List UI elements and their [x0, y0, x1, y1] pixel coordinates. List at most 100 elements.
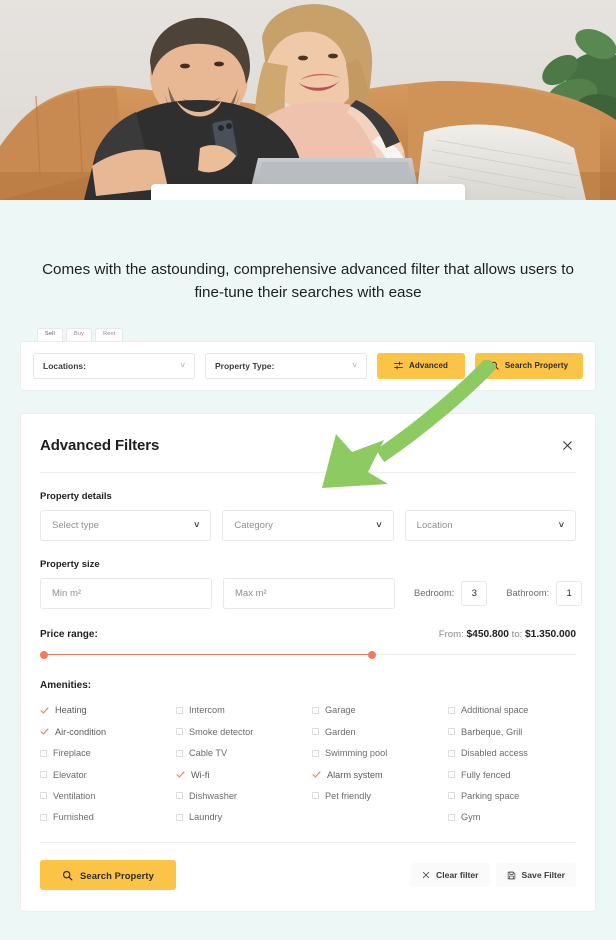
amenity-smoke-detector[interactable]: Smoke detector: [176, 721, 304, 742]
amenity-label: Intercom: [189, 705, 225, 716]
amenity-label: Barbeque, Grill: [461, 726, 523, 737]
amenity-wifi[interactable]: Wi-fi: [176, 764, 304, 785]
amenity-label: Pet friendly: [325, 790, 371, 801]
search-icon: [62, 870, 73, 881]
amenity-label: Disabled access: [461, 748, 528, 759]
amenity-label: Elevator: [53, 769, 87, 780]
amenity-fireplace[interactable]: Fireplace: [40, 742, 168, 763]
amenity-furnished[interactable]: Furnished: [40, 807, 168, 828]
amenity-label: Garden: [325, 726, 356, 737]
slider-handle-min[interactable]: [40, 650, 48, 659]
checkbox-icon: [448, 728, 455, 736]
tab-sell[interactable]: Sell: [37, 328, 63, 341]
amenity-label: Fireplace: [53, 748, 91, 759]
amenity-laundry[interactable]: Laundry: [176, 807, 304, 828]
location-dropdown[interactable]: Location ˅: [404, 509, 576, 541]
min-size-placeholder: Min m²: [52, 587, 82, 599]
amenity-garage[interactable]: Garage: [312, 700, 440, 721]
price-from-label: From:: [438, 628, 464, 640]
min-size-input[interactable]: Min m²: [40, 577, 212, 609]
panel-header: Advanced Filters: [40, 414, 576, 473]
amenity-label: Smoke detector: [189, 726, 254, 737]
slider-handle-max[interactable]: [368, 650, 377, 659]
checkbox-icon: [40, 749, 47, 757]
amenity-air-condition[interactable]: Air-condition: [40, 721, 168, 742]
search-tabs: Sell Buy Rent: [20, 328, 596, 341]
panel-title: Advanced Filters: [40, 437, 160, 455]
tab-buy[interactable]: Buy: [65, 328, 93, 341]
location-placeholder: Location: [416, 519, 453, 531]
checkbox-icon: [312, 792, 319, 800]
bathroom-value[interactable]: 1: [556, 580, 583, 606]
amenity-elevator[interactable]: Elevator: [40, 764, 168, 785]
close-icon: [422, 871, 430, 879]
price-range-slider[interactable]: [40, 650, 576, 659]
property-details-row: Select type ˅ Category ˅ Location ˅: [40, 509, 576, 541]
category-dropdown[interactable]: Category ˅: [222, 509, 394, 541]
amenity-fully-fenced[interactable]: Fully fenced: [448, 764, 576, 785]
checkbox-icon: [40, 792, 47, 800]
amenity-garden[interactable]: Garden: [312, 721, 440, 742]
checkbox-icon: [448, 813, 455, 821]
amenity-label: Additional space: [461, 705, 529, 716]
amenity-cable-tv[interactable]: Cable TV: [176, 742, 304, 763]
amenity-alarm-system[interactable]: Alarm system: [312, 764, 440, 785]
amenity-label: Laundry: [189, 812, 223, 823]
amenity-parking-space[interactable]: Parking space: [448, 785, 576, 806]
amenity-barbeque-grill[interactable]: Barbeque, Grill: [448, 721, 576, 742]
amenity-label: Heating: [55, 705, 87, 716]
search-icon: [490, 361, 499, 370]
property-size-row: Min m² Max m² Bedroom: 3 Bathroom: 1: [40, 577, 583, 609]
max-size-placeholder: Max m²: [235, 587, 267, 599]
hero-title-card: Advanced search: [151, 184, 465, 200]
amenity-label: Swimming pool: [325, 748, 388, 759]
amenity-additional-space[interactable]: Additional space: [448, 700, 576, 721]
slider-fill: [40, 653, 373, 656]
max-size-input[interactable]: Max m²: [223, 577, 395, 609]
property-type-select[interactable]: Property Type: ˅: [205, 352, 367, 379]
amenity-pet-friendly[interactable]: Pet friendly: [312, 785, 440, 806]
search-bar-section: Sell Buy Rent Locations: ˅ Property Type…: [20, 328, 596, 489]
checkbox-icon: [312, 728, 319, 736]
advanced-button[interactable]: Advanced: [377, 352, 465, 379]
tab-rent[interactable]: Rent: [95, 328, 124, 341]
locations-select[interactable]: Locations: ˅: [33, 352, 195, 379]
property-details-label: Property details: [40, 490, 112, 502]
chevron-down-icon: ˅: [376, 520, 382, 531]
amenity-label: Garage: [325, 705, 356, 716]
hero-banner: Advanced search: [0, 0, 616, 200]
bathroom-label: Bathroom:: [506, 588, 550, 599]
close-icon[interactable]: [558, 437, 576, 455]
amenity-label: Gym: [461, 812, 481, 823]
amenity-swimming-pool[interactable]: Swimming pool: [312, 742, 440, 763]
select-type-dropdown[interactable]: Select type ˅: [40, 509, 212, 541]
bedroom-value[interactable]: 3: [461, 580, 488, 606]
clear-filter-button[interactable]: Clear filter: [411, 863, 490, 888]
amenity-disabled-access[interactable]: Disabled access: [448, 742, 576, 763]
amenity-heating[interactable]: Heating: [40, 700, 168, 721]
check-icon: [312, 770, 321, 779]
checkbox-icon: [176, 813, 183, 821]
amenity-label: Alarm system: [327, 769, 383, 780]
intro-section: Comes with the astounding, comprehensive…: [0, 258, 616, 304]
amenity-label: Ventilation: [53, 790, 96, 801]
amenity-gym[interactable]: Gym: [448, 807, 576, 828]
search-property-button-top[interactable]: Search Property: [475, 352, 583, 379]
save-filter-button[interactable]: Save Filter: [495, 863, 576, 888]
amenity-intercom[interactable]: Intercom: [176, 700, 304, 721]
chevron-down-icon: ˅: [352, 361, 357, 371]
category-placeholder: Category: [234, 519, 273, 531]
checkbox-icon: [448, 706, 455, 714]
select-type-placeholder: Select type: [52, 519, 99, 531]
price-to-label: to:: [511, 628, 523, 640]
amenity-label: Furnished: [53, 812, 94, 823]
amenity-dishwasher[interactable]: Dishwasher: [176, 785, 304, 806]
sliders-icon: [394, 361, 403, 370]
checkbox-icon: [40, 813, 47, 821]
checkbox-icon: [40, 771, 47, 779]
checkbox-icon: [176, 706, 183, 714]
amenity-ventilation[interactable]: Ventilation: [40, 785, 168, 806]
amenity-label: Fully fenced: [461, 769, 511, 780]
search-property-button-bottom[interactable]: Search Property: [40, 860, 176, 891]
property-type-select-label: Property Type:: [215, 360, 275, 371]
